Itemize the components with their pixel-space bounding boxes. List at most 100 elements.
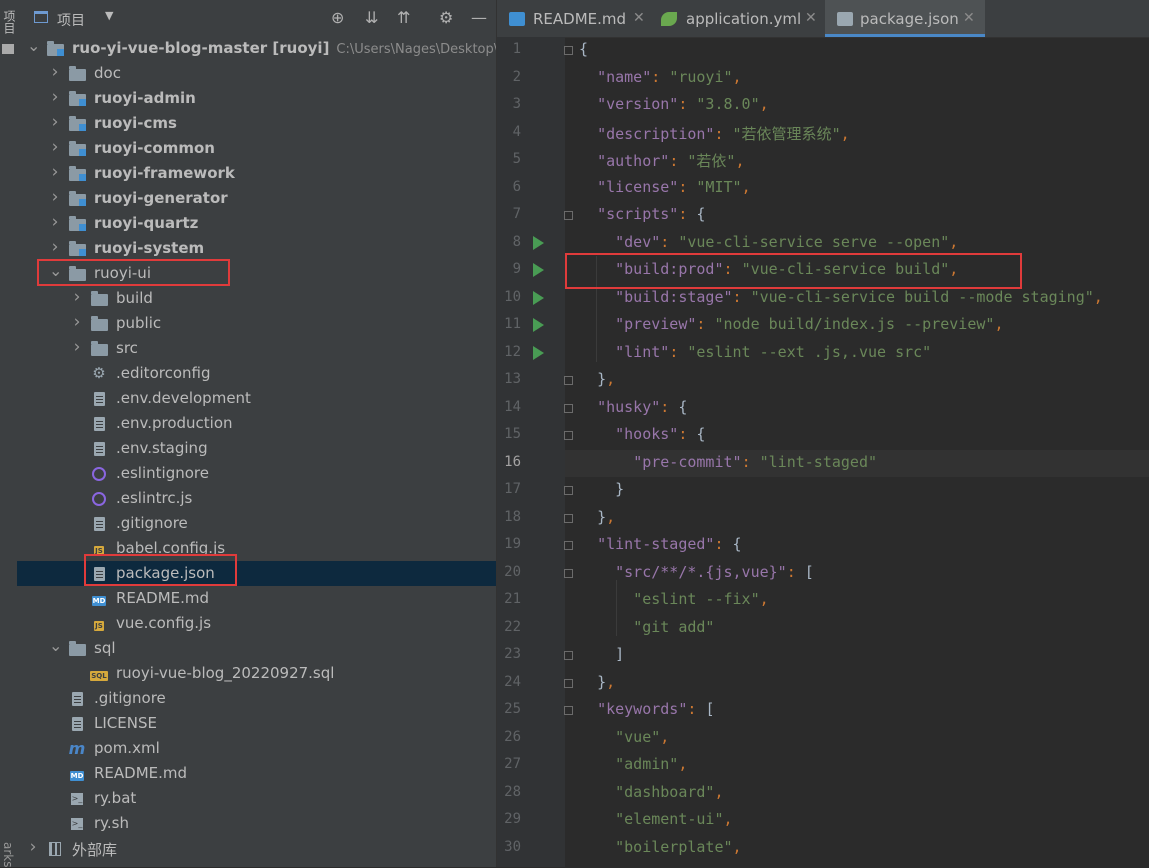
chevron-right-icon[interactable]: › [71, 312, 83, 332]
tree-item-file-readme-md[interactable]: MD README.md [17, 586, 496, 611]
tree-item-module-ruoyi-common[interactable]: › ruoyi-common [17, 136, 496, 161]
fold-marker-icon[interactable] [564, 568, 573, 578]
run-script-icon[interactable] [533, 290, 544, 305]
close-icon[interactable]: ✕ [963, 10, 975, 26]
tree-item-file-env-production[interactable]: .env.production [17, 411, 496, 436]
tree-item-module-ruoyi-system[interactable]: › ruoyi-system [17, 236, 496, 261]
fold-marker-icon[interactable] [564, 541, 573, 550]
tree-item-file-root-gitignore[interactable]: .gitignore [17, 686, 496, 711]
chevron-right-icon[interactable]: › [49, 212, 61, 232]
tree-item-label: ruoyi-generator [94, 189, 228, 207]
tree-item-file-sql-dump[interactable]: SQL ruoyi-vue-blog_20220927.sql [17, 661, 496, 686]
chevron-right-icon[interactable]: › [49, 87, 61, 107]
tree-item-file-package-json[interactable]: package.json [17, 561, 496, 586]
chevron-down-icon[interactable]: ⌄ [49, 636, 62, 655]
chevron-right-icon[interactable]: › [49, 62, 61, 82]
tree-item-module-ruoyi-cms[interactable]: › ruoyi-cms [17, 111, 496, 136]
chevron-down-icon[interactable]: ▼ [105, 9, 113, 22]
fold-marker-icon[interactable] [564, 651, 573, 660]
code-line: "hooks": { [579, 425, 705, 443]
json-string: "dashboard" [615, 782, 715, 801]
project-panel-title[interactable]: 项目 [57, 10, 85, 30]
fold-marker-icon[interactable] [564, 403, 573, 413]
tree-item-folder-build[interactable]: › build [17, 286, 496, 311]
json-key: "version" [597, 95, 679, 113]
run-script-icon[interactable] [533, 345, 544, 360]
chevron-right-icon[interactable]: › [49, 112, 61, 132]
tree-item-file-ry-bat[interactable]: >_ ry.bat [17, 786, 496, 811]
tab-readme[interactable]: README.md ✕ [497, 0, 649, 37]
chevron-right-icon[interactable]: › [71, 287, 83, 307]
tree-item-file-pom-xml[interactable]: m pom.xml [17, 736, 496, 761]
json-string: "node build/index.js --preview" [714, 315, 995, 333]
fold-marker-icon[interactable] [564, 678, 573, 688]
tree-item-label: ruoyi-framework [94, 164, 235, 182]
tree-item-folder-public[interactable]: › public [17, 311, 496, 336]
tree-item-module-ruoyi-generator[interactable]: › ruoyi-generator [17, 186, 496, 211]
chevron-right-icon[interactable]: › [71, 337, 83, 357]
chevron-right-icon[interactable]: › [49, 137, 61, 157]
fold-marker-icon[interactable] [564, 431, 573, 440]
tree-item-external-libraries[interactable]: › 外部库 [17, 836, 496, 861]
chevron-down-icon[interactable]: ⌄ [27, 36, 40, 55]
close-icon[interactable]: ✕ [633, 10, 645, 26]
tree-item-file-root-readme-md[interactable]: MD README.md [17, 761, 496, 786]
json-punctuation: , [723, 810, 733, 828]
tree-item-project-root[interactable]: ⌄ ruo-yi-vue-blog-master [ruoyi] C:\Users\… [17, 36, 496, 61]
fold-marker-icon[interactable] [564, 706, 573, 715]
tree-item-file-editorconfig[interactable]: ⚙ .editorconfig [17, 361, 496, 386]
chevron-down-icon[interactable]: ⌄ [49, 261, 62, 280]
close-icon[interactable]: ✕ [805, 10, 817, 26]
tree-item-file-ry-sh[interactable]: >_ ry.sh [17, 811, 496, 836]
tree-item-name: .env.development [116, 389, 251, 407]
chevron-right-icon[interactable]: › [49, 187, 61, 207]
tree-item-folder-src[interactable]: › src [17, 336, 496, 361]
tree-item-folder-ruoyi-ui[interactable]: ⌄ ruoyi-ui [17, 261, 496, 286]
tab-application-yml[interactable]: application.yml ✕ [649, 0, 825, 37]
crosshair-icon[interactable]: ⊕ [331, 8, 344, 27]
tree-item-file-eslintignore[interactable]: .eslintignore [17, 461, 496, 486]
tree-item-file-license[interactable]: LICENSE [17, 711, 496, 736]
tree-item-file-gitignore[interactable]: .gitignore [17, 511, 496, 536]
project-tool-window-button[interactable]: 项目 [1, 10, 18, 34]
json-punctuation: , [949, 260, 959, 278]
fold-marker-icon[interactable] [564, 211, 573, 220]
run-script-icon[interactable] [533, 263, 544, 277]
tree-item-file-env-development[interactable]: .env.development [17, 386, 496, 411]
json-punctuation: , [994, 315, 1004, 333]
run-script-icon[interactable] [533, 318, 544, 332]
chevron-right-icon[interactable]: › [49, 162, 61, 182]
run-script-icon[interactable] [533, 235, 544, 250]
chevron-right-icon[interactable]: › [27, 837, 39, 857]
terminal-file-icon: >_ [71, 817, 83, 830]
tree-item-label: ruoyi-quartz [94, 214, 198, 232]
tree-item-file-env-staging[interactable]: .env.staging [17, 436, 496, 461]
file-icon [68, 691, 86, 706]
json-string: "git add" [633, 617, 715, 636]
bookmarks-tool-window-button[interactable]: arks [1, 842, 15, 868]
tree-item-module-ruoyi-quartz[interactable]: › ruoyi-quartz [17, 211, 496, 236]
minimize-icon[interactable]: — [471, 8, 487, 27]
tree-item-file-babel-config-js[interactable]: JS babel.config.js [17, 536, 496, 561]
tree-item-file-eslintrc-js[interactable]: .eslintrc.js [17, 486, 496, 511]
collapse-all-icon[interactable]: ⇈ [397, 8, 410, 27]
expand-all-icon[interactable]: ⇊ [365, 8, 378, 27]
fold-marker-icon[interactable] [564, 376, 573, 385]
tree-item-folder-doc[interactable]: › doc [17, 61, 496, 86]
tree-item-module-ruoyi-framework[interactable]: › ruoyi-framework [17, 161, 496, 186]
tree-item-name: LICENSE [94, 714, 157, 732]
tab-label: README.md [533, 10, 627, 28]
chevron-right-icon[interactable]: › [49, 237, 61, 257]
fold-marker-icon[interactable] [564, 486, 573, 495]
fold-marker-icon[interactable] [564, 46, 573, 55]
tree-item-file-vue-config-js[interactable]: JS vue.config.js [17, 611, 496, 636]
tree-item-folder-sql[interactable]: ⌄ sql [17, 636, 496, 661]
tree-item-module-ruoyi-admin[interactable]: › ruoyi-admin [17, 86, 496, 111]
fold-marker-icon[interactable] [564, 513, 573, 523]
tab-package-json[interactable]: package.json ✕ [825, 0, 985, 37]
gear-icon[interactable]: ⚙ [439, 8, 453, 27]
